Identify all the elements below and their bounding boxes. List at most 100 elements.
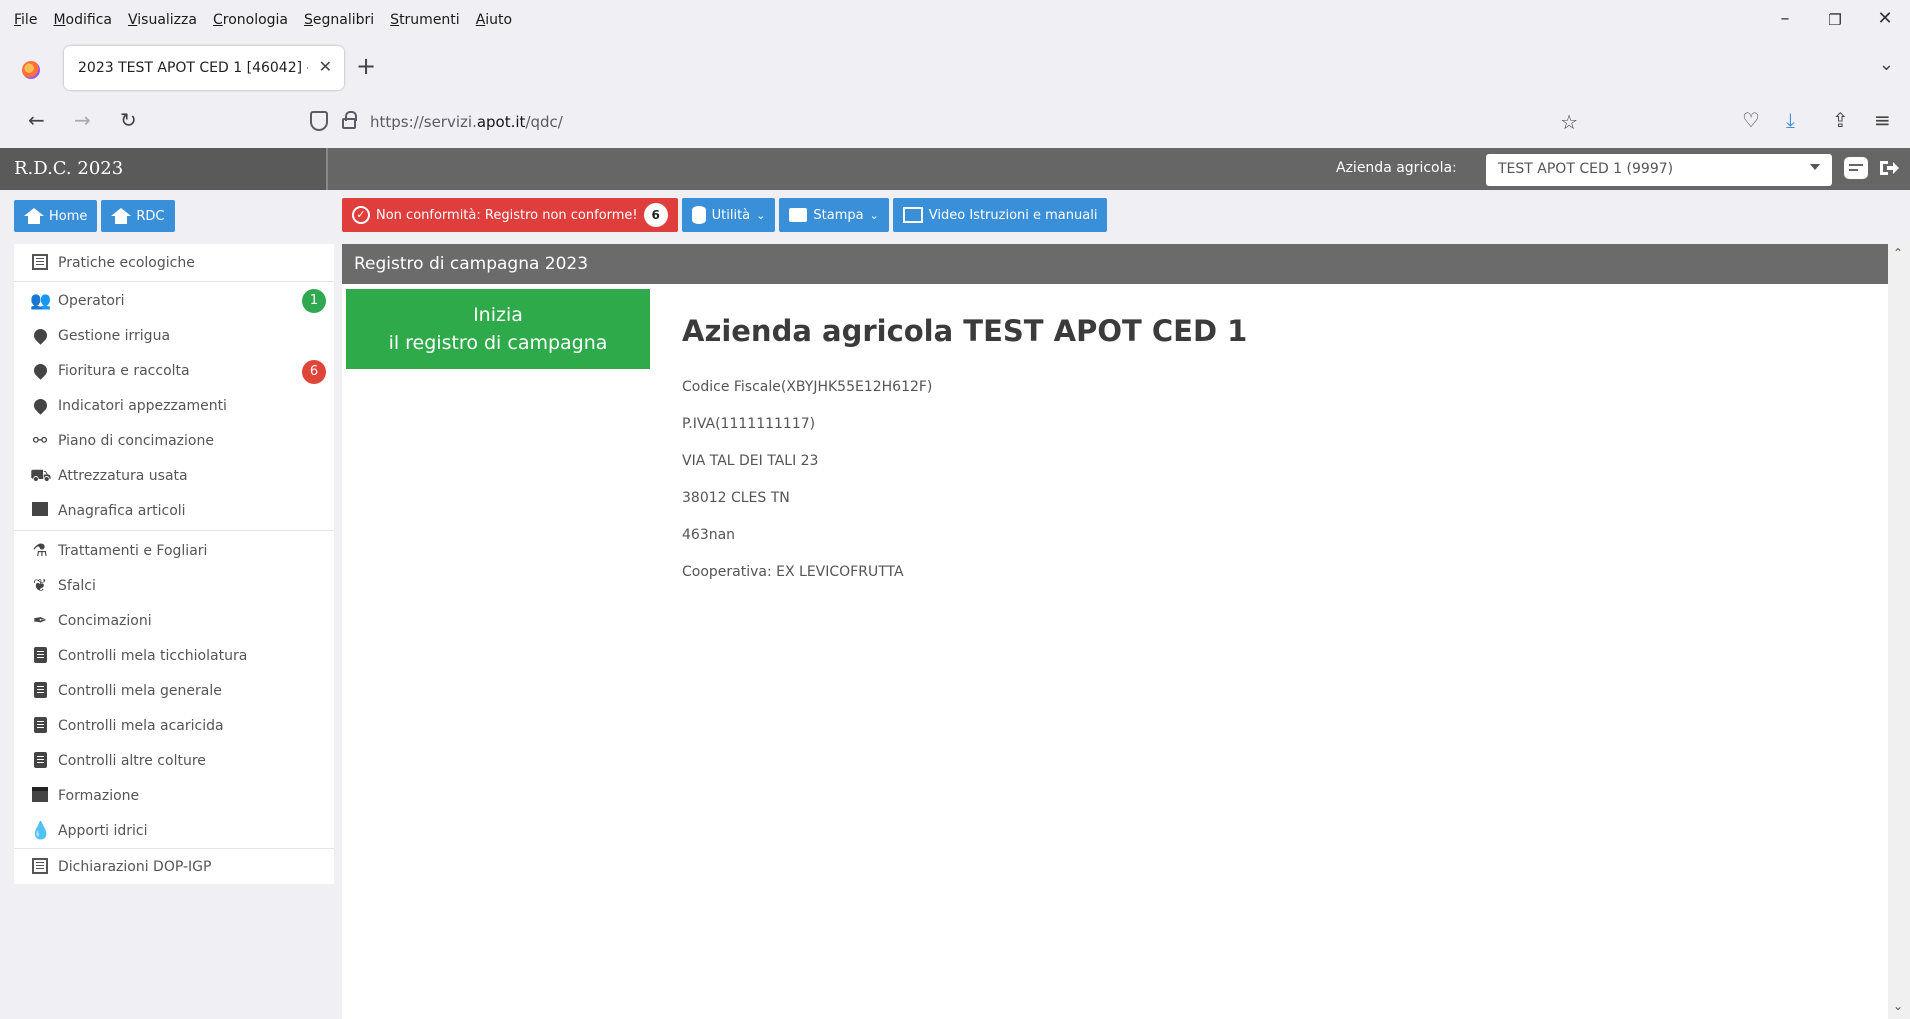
video-manuals-button[interactable]: Video Istruzioni e manuali [892,198,1108,232]
leaf-icon: ❦ [32,576,48,596]
logout-icon[interactable] [1878,157,1902,179]
sidebar-item-trattamenti-fogliari[interactable]: ⚗ Trattamenti e Fogliari [14,534,334,568]
home-button[interactable]: Home [14,200,98,232]
sidebar-item-label: Controlli mela generale [58,683,222,699]
url-text: https://servizi.apot.it/qdc/ [370,113,563,131]
hamburger-menu-icon[interactable]: ≡ [1874,108,1891,132]
sidebar-item-controlli-altre-colture[interactable]: Controlli altre colture [14,744,334,778]
clipboard-icon [30,682,50,700]
utilita-dropdown[interactable]: Utilità ⌄ [681,198,776,232]
sidebar-item-piano-concimazione[interactable]: ⚯ Piano di concimazione [14,424,334,458]
sidebar-item-formazione[interactable]: Formazione [14,779,334,813]
sidebar-item-label: Fioritura e raccolta [58,363,190,379]
nonconformity-label: Non conformità: Registro non conforme! [376,207,638,223]
sidebar-divider [14,281,334,282]
rdc-button-label: RDC [136,208,165,224]
sidebar-item-label: Controlli mela acaricida [58,718,224,734]
tracking-shield-icon[interactable] [310,111,328,131]
map-marker-icon [30,396,50,415]
forward-icon[interactable]: → [74,108,91,132]
bookmark-star-icon[interactable]: ☆ [1560,110,1578,134]
binoculars-icon: ⚯ [32,431,48,451]
sidebar-item-label: Anagrafica articoli [58,503,186,519]
main-panel: Registro di campagna 2023 Inizia il regi… [342,244,1888,1019]
sidebar-item-concimazioni[interactable]: ✒ Concimazioni [14,604,334,638]
sidebar-item-label: Attrezzatura usata [58,468,188,484]
partita-iva: P.IVA(1111111117) [682,416,816,432]
menu-file[interactable]: File [14,12,37,28]
tab-title: 2023 TEST APOT CED 1 [46042] - EX [78,60,308,76]
minimize-icon[interactable]: – [1770,8,1800,29]
start-register-button[interactable]: Inizia il registro di campagna [346,289,650,369]
sidebar-item-operatori[interactable]: 👥 Operatori [14,284,334,318]
scroll-down-icon[interactable]: ⌄ [1893,999,1903,1013]
sidebar-item-controlli-acaricida[interactable]: Controlli mela acaricida [14,709,334,743]
message-icon[interactable] [1844,157,1868,179]
sidebar-item-pratiche-ecologiche[interactable]: Pratiche ecologiche [14,246,334,280]
home-icon [111,208,132,224]
browser-menubar: File Modifica Visualizza Cronologia Segn… [0,0,1910,40]
sidebar-item-controlli-ticchiolatura[interactable]: Controlli mela ticchiolatura [14,639,334,673]
nonconformity-count: 6 [643,203,668,227]
list-icon [30,254,50,272]
sidebar-item-anagrafica-articoli[interactable]: Anagrafica articoli [14,494,334,528]
tab-bar: 2023 TEST APOT CED 1 [46042] - EX ✕ + ⌄ [0,46,1910,92]
lock-icon[interactable] [342,111,357,129]
sidebar-item-indicatori-appezzamenti[interactable]: Indicatori appezzamenti [14,389,334,423]
stampa-label: Stampa [813,207,864,223]
sidebar-item-apporti-idrici[interactable]: 💧 Apporti idrici [14,814,334,848]
menu-cronologia[interactable]: Cronologia [213,12,288,28]
restore-icon[interactable]: ❐ [1820,11,1850,29]
cooperativa: Cooperativa: EX LEVICOFRUTTA [682,564,904,580]
vertical-scrollbar[interactable]: ⌃ ⌄ [1888,244,1910,1019]
app-header: R.D.C. 2023 Azienda agricola: TEST APOT … [0,148,1910,190]
navigation-bar: ← → ↻ https://servizi.apot.it/qdc/ ☆ ♡ ⤓… [0,100,1910,144]
home-buttons: Home RDC [14,200,175,232]
dropdown-caret-icon [1810,164,1820,170]
home-icon [24,208,44,224]
menu-segnalibri[interactable]: Segnalibri [304,12,374,28]
start-register-line1: Inizia [473,304,523,326]
menu-visualizza[interactable]: Visualizza [128,12,197,28]
reload-icon[interactable]: ↻ [120,108,137,132]
azienda-label: Azienda agricola: [1336,160,1457,176]
home-button-label: Home [49,208,88,224]
sidebar-item-label: Sfalci [58,578,96,594]
azienda-select[interactable]: TEST APOT CED 1 (9997) [1486,154,1832,186]
sidebar-item-attrezzatura-usata[interactable]: ⛟ Attrezzatura usata [14,459,334,493]
close-window-icon[interactable]: ✕ [1870,8,1900,29]
tab-close-icon[interactable]: ✕ [319,57,332,76]
tab-list-chevron-icon[interactable]: ⌄ [1879,54,1894,75]
sidebar-item-label: Controlli altre colture [58,753,206,769]
sidebar-item-label: Gestione irrigua [58,328,171,344]
rdc-button[interactable]: RDC [101,200,175,232]
scroll-up-icon[interactable]: ⌃ [1893,246,1903,260]
clipboard-icon [30,647,50,665]
sidebar-item-label: Apporti idrici [58,823,148,839]
firefox-icon [22,61,40,79]
sidebar: Pratiche ecologiche 👥 Operatori 1 Gestio… [14,244,334,884]
browser-tab[interactable]: 2023 TEST APOT CED 1 [46042] - EX ✕ [64,46,344,90]
share-icon[interactable]: ⇪ [1832,108,1849,132]
calendar-icon [30,787,50,805]
stampa-dropdown[interactable]: Stampa ⌄ [779,198,889,232]
nonconformity-button[interactable]: ✓ Non conformità: Registro non conforme!… [342,198,678,232]
sidebar-item-label: Controlli mela ticchiolatura [58,648,248,664]
database-icon [691,206,706,224]
sidebar-item-controlli-generale[interactable]: Controlli mela generale [14,674,334,708]
sidebar-item-gestione-irrigua[interactable]: Gestione irrigua [14,319,334,353]
sidebar-item-sfalci[interactable]: ❦ Sfalci [14,569,334,603]
menu-modifica[interactable]: Modifica [53,12,112,28]
sidebar-item-fioritura-raccolta[interactable]: Fioritura e raccolta [14,354,334,388]
download-icon[interactable]: ⤓ [1786,108,1795,132]
archive-icon [30,502,50,520]
menu-aiuto[interactable]: Aiuto [476,12,512,28]
new-tab-icon[interactable]: + [356,52,376,80]
url-bar[interactable]: https://servizi.apot.it/qdc/ ☆ [300,104,1590,140]
clipboard-icon [30,752,50,770]
start-register-line2: il registro di campagna [388,332,608,354]
pocket-icon[interactable]: ♡ [1742,108,1760,132]
menu-strumenti[interactable]: Strumenti [390,12,460,28]
sidebar-item-dichiarazioni-dop-igp[interactable]: Dichiarazioni DOP-IGP [14,850,334,884]
back-icon[interactable]: ← [28,108,45,132]
